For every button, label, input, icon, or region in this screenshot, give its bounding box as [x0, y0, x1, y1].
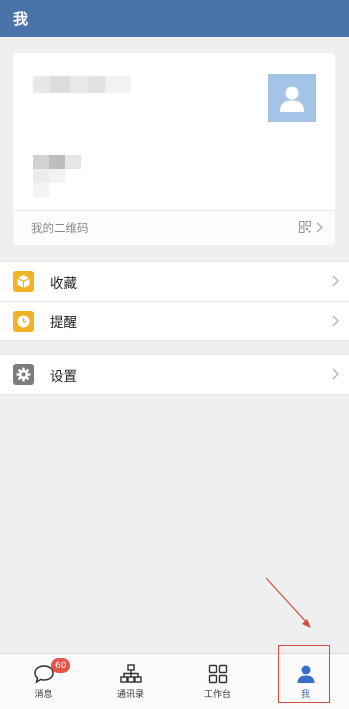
gear-icon: [13, 364, 34, 385]
chevron-right-icon: [332, 315, 339, 327]
menu-item-favorites[interactable]: 收藏: [0, 262, 349, 301]
qr-code-label: 我的二维码: [31, 221, 89, 235]
tab-label: 工作台: [203, 690, 231, 700]
tab-label: 消息: [34, 690, 53, 700]
my-qr-code-row[interactable]: 我的二维码: [13, 210, 335, 245]
chevron-right-icon: [332, 275, 339, 287]
profile-card[interactable]: 我的二维码: [13, 53, 335, 245]
page-header: 我: [0, 0, 349, 37]
contacts-tree-icon: [119, 664, 142, 683]
tab-contacts[interactable]: 通讯录: [87, 654, 174, 704]
menu-item-settings[interactable]: 设置: [0, 355, 349, 394]
menu-item-label: 收藏: [50, 275, 77, 292]
menu-item-reminders[interactable]: 提醒: [0, 301, 349, 340]
blurred-user-info: [33, 155, 81, 197]
menu-item-label: 设置: [50, 368, 77, 385]
chevron-right-icon: [316, 222, 323, 232]
favorites-icon: [13, 271, 34, 292]
qr-code-icon: [299, 221, 311, 233]
chevron-right-icon: [332, 368, 339, 380]
menu-group-favorites-reminders: 收藏 提醒: [0, 261, 349, 341]
annotation-highlight-box: [278, 645, 330, 703]
default-avatar-icon: [280, 86, 304, 112]
workbench-grid-icon: [208, 664, 227, 684]
tab-label: 通讯录: [116, 690, 144, 700]
menu-item-label: 提醒: [50, 315, 77, 331]
menu-group-settings: 设置: [0, 354, 349, 395]
unread-count-badge: 60: [51, 658, 71, 673]
page-title: 我: [13, 10, 29, 28]
tab-workbench[interactable]: 工作台: [174, 654, 261, 704]
tab-messages[interactable]: 消息 60: [0, 654, 87, 704]
avatar[interactable]: [268, 74, 316, 122]
reminder-clock-icon: [13, 310, 34, 332]
blurred-user-name: [33, 76, 131, 93]
